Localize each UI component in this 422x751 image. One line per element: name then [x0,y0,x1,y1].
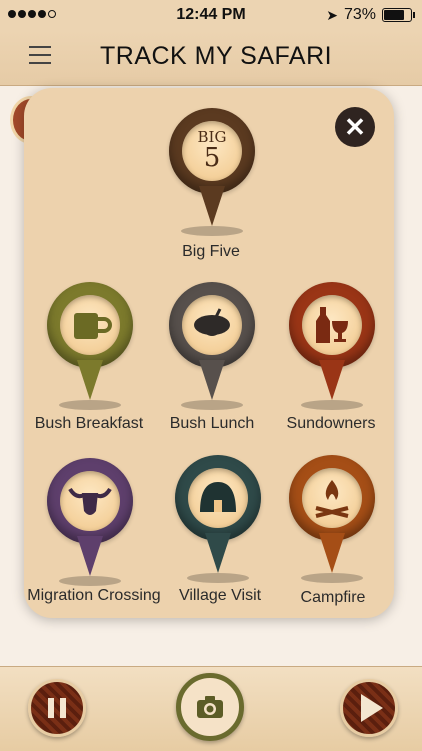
close-icon[interactable]: ✕ [335,107,375,147]
bottom-toolbar [0,666,422,751]
hut-icon [200,482,236,512]
pin-village-visit[interactable] [175,455,261,585]
wildebeest-icon [68,487,112,515]
label-sundowners: Sundowners [286,415,376,432]
battery-icon [382,8,415,22]
location-icon: ➤ [326,6,338,23]
page-title: TRACK MY SAFARI [100,42,333,70]
pin-sundowners[interactable] [289,282,375,412]
wine-icon [316,307,348,343]
big-five-badge: BIG 5 [197,128,227,173]
pin-big-five[interactable]: BIG 5 [169,108,255,238]
pin-migration-crossing[interactable] [47,458,133,588]
campfire-icon [315,480,349,518]
battery-percent: 73% [343,6,376,23]
label-big-five: Big Five [182,243,240,260]
pot-icon [194,308,230,336]
nav-bar: TRACK MY SAFARI [0,30,422,86]
play-icon[interactable] [340,679,398,737]
status-bar: 12:44 PM ➤ 73% [0,0,422,30]
pin-campfire[interactable] [289,455,375,585]
pin-bush-lunch[interactable] [169,282,255,412]
menu-icon[interactable] [29,46,51,66]
label-campfire: Campfire [300,589,366,606]
camera-icon[interactable] [176,673,244,741]
pin-bush-breakfast[interactable] [47,282,133,412]
pause-icon[interactable] [28,679,86,737]
mug-icon [74,313,112,339]
